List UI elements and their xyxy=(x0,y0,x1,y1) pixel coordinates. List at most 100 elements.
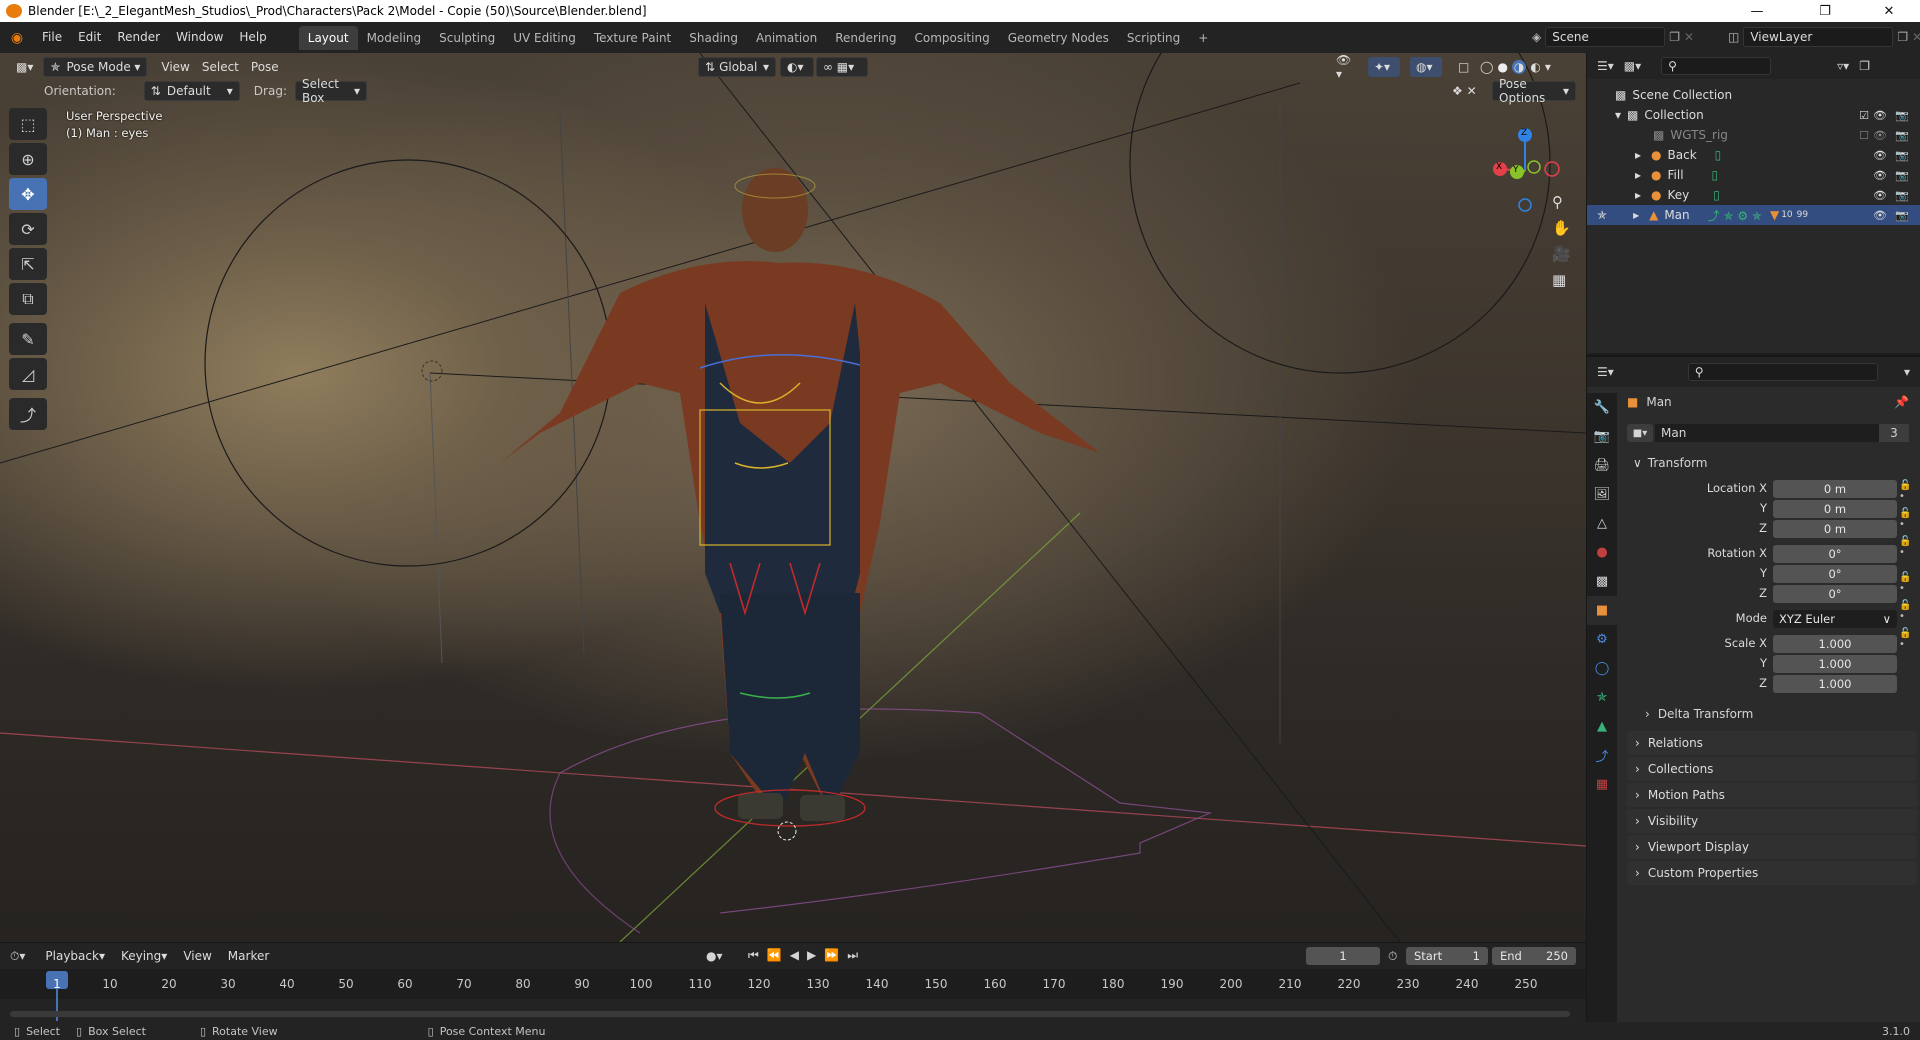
transform-panel-header[interactable]: ∨ Transform xyxy=(1627,451,1917,475)
delete-scene-icon[interactable]: ✕ xyxy=(1684,30,1694,44)
rotation-z-field[interactable]: 0° xyxy=(1773,585,1897,603)
tool-tab-icon[interactable]: 🔧 xyxy=(1587,393,1617,422)
collections-panel-header[interactable]: › Collections xyxy=(1627,757,1917,781)
expand-arrow-icon[interactable]: ▾ xyxy=(1615,108,1621,122)
location-x-field[interactable]: 0 m xyxy=(1773,480,1897,498)
tab-modeling[interactable]: Modeling xyxy=(358,26,431,50)
lock-icon[interactable]: 🔓 • xyxy=(1899,508,1920,530)
3d-viewport[interactable]: ▩▾ ✯ Pose Mode ▾ View Select Pose ⇅ Global ▾… xyxy=(0,53,1586,942)
render-camera-icon[interactable]: 📷 xyxy=(1895,189,1909,202)
render-camera-icon[interactable]: 📷 xyxy=(1895,169,1909,182)
lock-icon[interactable]: 🔓 • xyxy=(1899,536,1920,558)
outliner-item-fill[interactable]: ▸ ● Fill ▯ 👁 📷 xyxy=(1587,165,1920,185)
expand-arrow-icon[interactable]: ▸ xyxy=(1633,208,1639,222)
view-layer-icon[interactable]: ◫ xyxy=(1728,30,1739,44)
scale-z-field[interactable]: 1.000 xyxy=(1773,675,1897,693)
menu-file[interactable]: File xyxy=(34,22,70,53)
relax-pose-tool-icon[interactable]: ⤴ xyxy=(9,398,47,430)
timeline-editor-icon[interactable]: ⏱▾ xyxy=(10,949,25,964)
drag-select-dropdown[interactable]: Select Box ▾ xyxy=(294,77,367,105)
datablock-selector[interactable]: ■▾ Man 3 xyxy=(1627,423,1909,443)
pivot-point-icon[interactable]: ◐▾ xyxy=(780,57,814,77)
scene-selector[interactable]: Scene xyxy=(1545,27,1666,47)
scale-x-field[interactable]: 1.000 xyxy=(1773,635,1897,653)
zoom-icon[interactable]: ⚲ xyxy=(1552,193,1571,211)
lock-icon[interactable]: 🔓 • xyxy=(1899,480,1920,502)
rendered-shading-icon[interactable]: ◐ xyxy=(1530,60,1540,74)
menu-render[interactable]: Render xyxy=(109,22,168,53)
physics-tab-icon[interactable]: ◯ xyxy=(1587,654,1617,683)
move-tool-icon[interactable]: ✥ xyxy=(9,178,47,210)
outliner-collection[interactable]: ▾ ▩ Collection ☑ 👁 📷 xyxy=(1587,105,1920,125)
transform-tool-icon[interactable]: ⧉ xyxy=(9,283,47,315)
outliner-item-key[interactable]: ▸ ● Key ▯ 👁 📷 xyxy=(1587,185,1920,205)
render-camera-icon[interactable]: 📷 xyxy=(1895,109,1909,122)
cursor-tool-icon[interactable]: ⊕ xyxy=(9,143,47,175)
start-frame-field[interactable]: Start 1 xyxy=(1406,947,1488,965)
tab-texture-paint[interactable]: Texture Paint xyxy=(585,26,680,50)
camera-view-icon[interactable]: 🎥 xyxy=(1552,245,1571,263)
outliner-item-back[interactable]: ▸ ● Back ▯ 👁 📷 xyxy=(1587,145,1920,165)
location-y-field[interactable]: 0 m xyxy=(1773,500,1897,518)
select-box-tool-icon[interactable]: ⬚ xyxy=(9,108,47,140)
expand-arrow-icon[interactable]: ▸ xyxy=(1635,188,1641,202)
view-layer-tab-icon[interactable]: 🖼 xyxy=(1587,480,1617,509)
next-keyframe-icon[interactable]: ⏩ xyxy=(824,948,839,963)
scale-tool-icon[interactable]: ⇱ xyxy=(9,248,47,280)
options-chevron-icon[interactable]: ▾ xyxy=(1904,365,1910,379)
current-frame-field[interactable]: 1 xyxy=(1306,947,1380,965)
outliner-item-wgts-rig[interactable]: ▩ WGTS_rig ☐ 👁 📷 xyxy=(1587,125,1920,145)
pose-options-dropdown[interactable]: Pose Options ▾ xyxy=(1492,77,1576,105)
expand-arrow-icon[interactable]: ▸ xyxy=(1635,148,1641,162)
annotate-tool-icon[interactable]: ✎ xyxy=(9,323,47,355)
scale-y-field[interactable]: 1.000 xyxy=(1773,655,1897,673)
tab-geometry-nodes[interactable]: Geometry Nodes xyxy=(999,26,1118,50)
timeline-view-menu[interactable]: View xyxy=(177,946,217,966)
render-camera-icon[interactable]: 📷 xyxy=(1895,209,1909,222)
pan-hand-icon[interactable]: ✋ xyxy=(1552,219,1571,237)
editor-type-icon[interactable]: ▩▾ xyxy=(10,57,39,77)
keying-menu[interactable]: Keying ▾ xyxy=(115,946,173,966)
scene-tab-icon[interactable]: △ xyxy=(1587,509,1617,538)
tab-scripting[interactable]: Scripting xyxy=(1118,26,1189,50)
exclude-checkbox[interactable]: ☐ xyxy=(1859,129,1869,142)
world-tab-icon[interactable]: ● xyxy=(1587,538,1617,567)
render-camera-icon[interactable]: 📷 xyxy=(1895,129,1909,142)
rotation-mode-dropdown[interactable]: XYZ Euler ∨ xyxy=(1773,610,1897,628)
menu-help[interactable]: Help xyxy=(231,22,274,53)
transform-orientation-dropdown[interactable]: ⇅ Global ▾ xyxy=(698,57,776,77)
xray-icon[interactable]: □ xyxy=(1452,57,1470,77)
mode-selector[interactable]: ✯ Pose Mode ▾ xyxy=(43,57,148,77)
prev-keyframe-icon[interactable]: ⏪ xyxy=(767,948,782,963)
pin-icon[interactable]: 📌 xyxy=(1894,395,1909,409)
texture-tab-icon[interactable]: ▦ xyxy=(1587,770,1617,799)
perspective-grid-icon[interactable]: ▦ xyxy=(1552,271,1571,289)
lock-icon[interactable]: 🔓 • xyxy=(1899,600,1920,622)
bone-tab-icon[interactable]: ⤴ xyxy=(1587,741,1617,770)
tab-animation[interactable]: Animation xyxy=(747,26,826,50)
relations-panel-header[interactable]: › Relations xyxy=(1627,731,1917,755)
maximize-button[interactable]: ❐ xyxy=(1802,0,1848,22)
tab-rendering[interactable]: Rendering xyxy=(826,26,905,50)
orientation-default-dropdown[interactable]: ⇅ Default ▾ xyxy=(143,81,240,101)
outliner-editor-icon[interactable]: ☰▾ xyxy=(1597,59,1614,73)
visibility-panel-header[interactable]: › Visibility xyxy=(1627,809,1917,833)
shading-mode-group[interactable]: ◯ ● ◑ ◐ ▾ xyxy=(1474,57,1560,77)
outliner-item-man[interactable]: ✯ ▸ ▲ Man ⤴ ✯ ⚙ ✯ ▼ 10 99 👁 📷 xyxy=(1587,205,1920,225)
lock-icon[interactable]: 🔓 • xyxy=(1899,572,1920,594)
delete-view-layer-icon[interactable]: ✕ xyxy=(1912,30,1920,44)
wireframe-shading-icon[interactable]: ◯ xyxy=(1480,60,1493,74)
new-collection-icon[interactable]: ❐ xyxy=(1859,59,1870,73)
visibility-eye-icon[interactable]: 👁 xyxy=(1873,169,1887,182)
solid-shading-icon[interactable]: ● xyxy=(1497,60,1507,74)
close-window-button[interactable]: ✕ xyxy=(1866,0,1912,22)
menu-edit[interactable]: Edit xyxy=(70,22,109,53)
display-mode-icon[interactable]: ▩▾ xyxy=(1624,59,1641,73)
new-view-layer-icon[interactable]: ❐ xyxy=(1897,30,1908,44)
playback-menu[interactable]: Playback ▾ xyxy=(39,946,111,966)
blender-menu-icon[interactable]: ◉ xyxy=(0,30,34,46)
tab-sculpting[interactable]: Sculpting xyxy=(430,26,504,50)
modifier-tab-icon[interactable]: ⚙ xyxy=(1587,625,1617,654)
menu-view[interactable]: View xyxy=(155,57,195,77)
exclude-checkbox[interactable]: ☑ xyxy=(1859,109,1869,122)
